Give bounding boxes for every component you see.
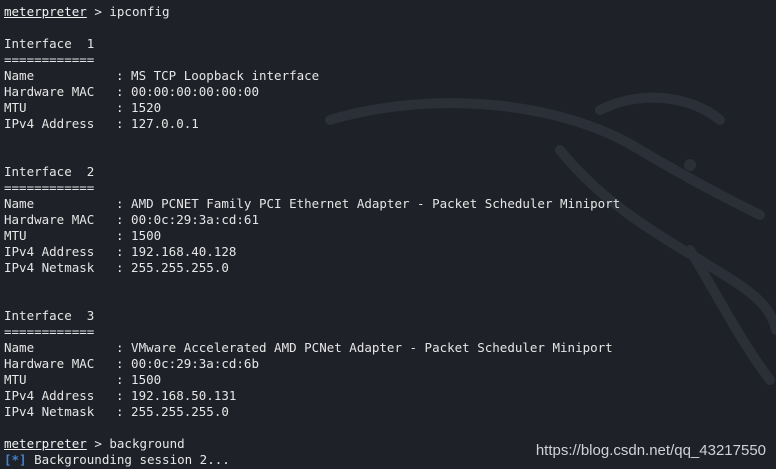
info-value: : 192.168.50.131 xyxy=(116,388,237,403)
info-row: MTU : 1500 xyxy=(4,228,776,244)
info-value: : 1500 xyxy=(116,228,162,243)
info-key: Name xyxy=(4,68,35,83)
info-key: Hardware MAC xyxy=(4,356,95,371)
interface-header: Interface 2 xyxy=(4,164,95,179)
watermark: https://blog.csdn.net/qq_43217550 xyxy=(535,442,766,459)
info-row: MTU : 1500 xyxy=(4,372,776,388)
info-row: IPv4 Netmask : 255.255.255.0 xyxy=(4,260,776,276)
info-row: Hardware MAC : 00:00:00:00:00:00 xyxy=(4,84,776,100)
info-key: IPv4 Address xyxy=(4,244,95,259)
prompt: meterpreter xyxy=(4,436,87,451)
prompt: meterpreter xyxy=(4,4,87,19)
info-row: Hardware MAC : 00:0c:29:3a:cd:6b xyxy=(4,356,776,372)
info-row: IPv4 Netmask : 255.255.255.0 xyxy=(4,404,776,420)
info-value: : 1500 xyxy=(116,372,162,387)
info-row: Hardware MAC : 00:0c:29:3a:cd:61 xyxy=(4,212,776,228)
info-value: : AMD PCNET Family PCI Ethernet Adapter … xyxy=(116,196,621,211)
info-value: : 255.255.255.0 xyxy=(116,260,229,275)
info-value: : MS TCP Loopback interface xyxy=(116,68,320,83)
info-row: Name : VMware Accelerated AMD PCNet Adapt… xyxy=(4,340,776,356)
info-row: IPv4 Address : 127.0.0.1 xyxy=(4,116,776,132)
info-row: IPv4 Address : 192.168.40.128 xyxy=(4,244,776,260)
separator: ============ xyxy=(4,52,95,67)
separator: ============ xyxy=(4,180,95,195)
info-key: Name xyxy=(4,196,35,211)
interface-header: Interface 3 xyxy=(4,308,95,323)
info-key: MTU xyxy=(4,372,27,387)
info-value: : 1520 xyxy=(116,100,162,115)
status-text: Backgrounding session 2... xyxy=(26,452,230,467)
info-value: : 127.0.0.1 xyxy=(116,116,199,131)
info-key: IPv4 Address xyxy=(4,116,95,131)
info-key: Hardware MAC xyxy=(4,212,95,227)
info-row: Name : MS TCP Loopback interface xyxy=(4,68,776,84)
interface-header: Interface 1 xyxy=(4,36,95,51)
info-value: : 00:0c:29:3a:cd:61 xyxy=(116,212,259,227)
info-row: Name : AMD PCNET Family PCI Ethernet Adap… xyxy=(4,196,776,212)
info-value: : 192.168.40.128 xyxy=(116,244,237,259)
info-value: : 00:0c:29:3a:cd:6b xyxy=(116,356,259,371)
info-value: : 00:00:00:00:00:00 xyxy=(116,84,259,99)
info-key: IPv4 Address xyxy=(4,388,95,403)
info-key: Name xyxy=(4,340,35,355)
info-key: MTU xyxy=(4,228,27,243)
info-key: Hardware MAC xyxy=(4,84,95,99)
info-row: IPv4 Address : 192.168.50.131 xyxy=(4,388,776,404)
separator: ============ xyxy=(4,324,95,339)
command-text: > background xyxy=(86,436,185,451)
command-line-ipconfig: meterpreter > ipconfig xyxy=(4,4,776,20)
info-value: : 255.255.255.0 xyxy=(116,404,229,419)
status-marker: [*] xyxy=(4,452,27,467)
terminal-output[interactable]: meterpreter > ipconfig Interface 1 =====… xyxy=(4,4,776,468)
command-text: > ipconfig xyxy=(86,4,170,19)
info-row: MTU : 1520 xyxy=(4,100,776,116)
info-value: : VMware Accelerated AMD PCNet Adapter -… xyxy=(116,340,613,355)
info-key: MTU xyxy=(4,100,27,115)
info-key: IPv4 Netmask xyxy=(4,404,95,419)
info-key: IPv4 Netmask xyxy=(4,260,95,275)
